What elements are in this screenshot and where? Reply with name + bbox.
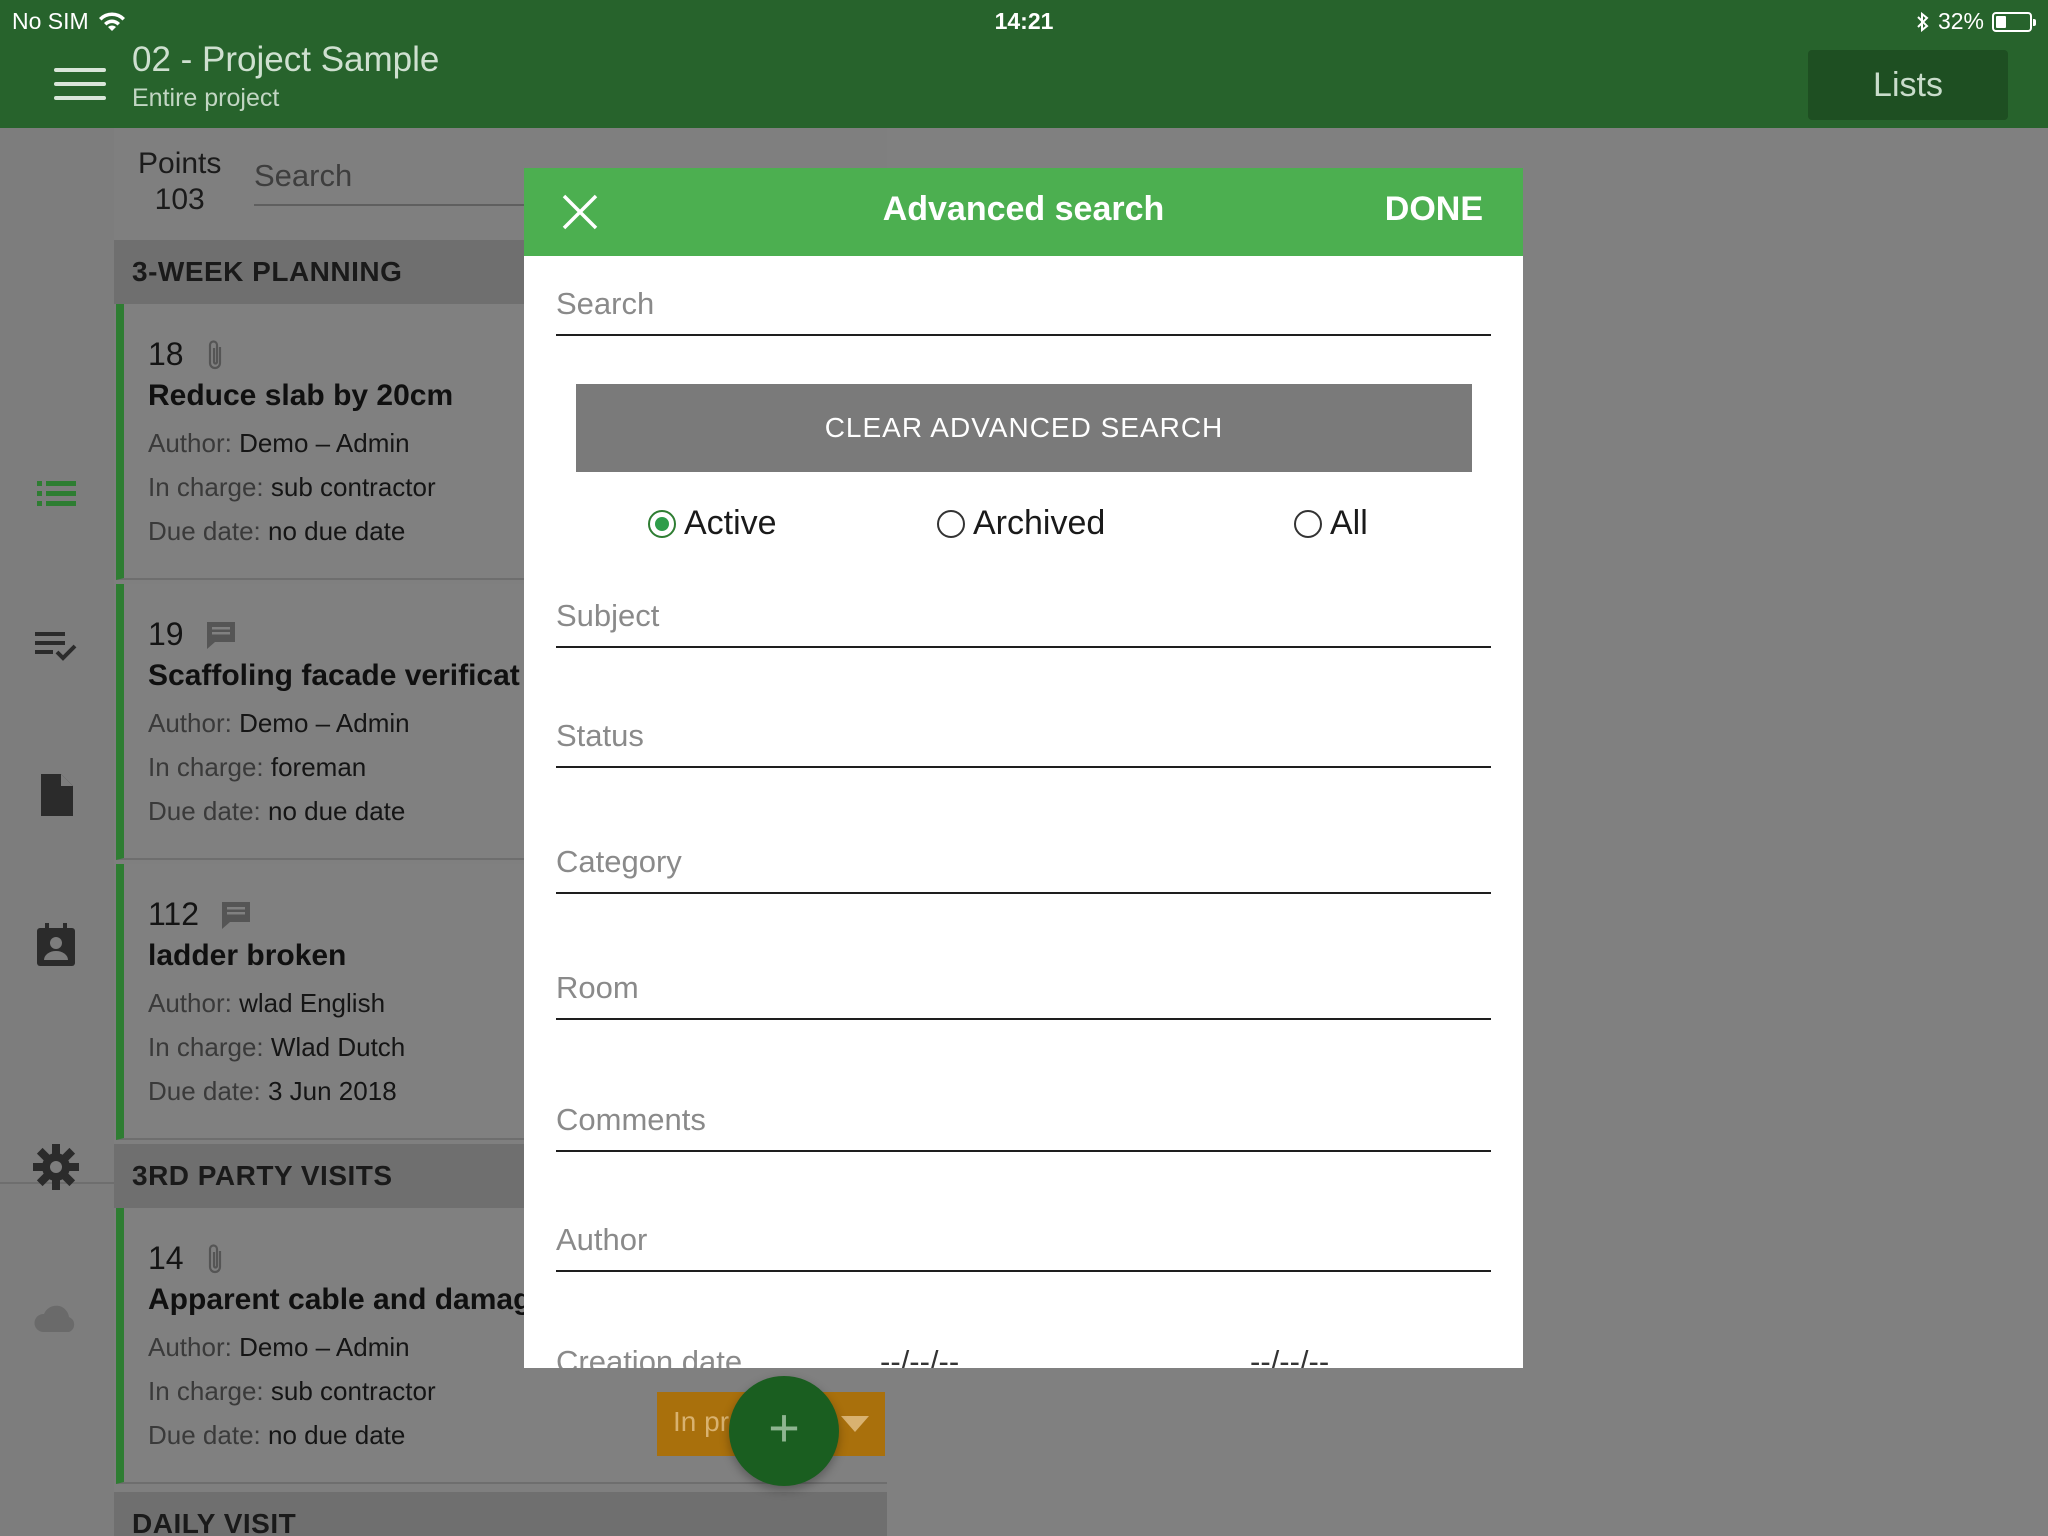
section-header: DAILY VISIT: [114, 1492, 887, 1536]
add-point-button[interactable]: +: [729, 1376, 839, 1486]
room-input[interactable]: [556, 970, 1491, 1018]
point-due-date: Due date: no due date: [148, 796, 406, 826]
point-author: Author: wlad English: [148, 988, 386, 1018]
status-time: 14:21: [994, 8, 1054, 34]
lists-button[interactable]: Lists: [1808, 50, 2008, 120]
point-in-charge: In charge: foreman: [148, 752, 367, 782]
search-input[interactable]: [556, 286, 1491, 334]
radio-archived[interactable]: Archived: [937, 504, 1105, 543]
project-subtitle: Entire project: [132, 84, 280, 112]
cloud-icon[interactable]: [29, 1292, 83, 1346]
creation-date-label: Creation date: [556, 1344, 743, 1368]
author-input[interactable]: [556, 1222, 1491, 1270]
gear-icon[interactable]: [29, 1140, 83, 1194]
battery-icon: [1992, 11, 2036, 32]
list-icon[interactable]: [29, 466, 83, 520]
point-due-date: Due date: 3 Jun 2018: [148, 1076, 397, 1106]
point-number: 19: [148, 616, 184, 652]
comments-field: [556, 1102, 1491, 1152]
point-title: Reduce slab by 20cm: [148, 379, 454, 412]
clear-advanced-search-button[interactable]: CLEAR ADVANCED SEARCH: [576, 384, 1472, 472]
point-title: Apparent cable and damag: [148, 1283, 532, 1316]
point-author: Author: Demo – Admin: [148, 428, 410, 458]
radio-active[interactable]: Active: [648, 504, 777, 543]
radio-unchecked-icon: [937, 509, 965, 538]
point-author: Author: Demo – Admin: [148, 1332, 410, 1362]
plus-icon: +: [768, 1398, 800, 1458]
subject-field: [556, 598, 1491, 648]
paperclip-icon: [208, 339, 221, 369]
room-field: [556, 970, 1491, 1020]
contact-badge-icon[interactable]: [29, 918, 83, 972]
project-title: 02 - Project Sample: [132, 40, 440, 79]
point-number: 18: [148, 336, 184, 372]
category-field: [556, 844, 1491, 894]
paperclip-icon: [208, 1243, 221, 1273]
comment-icon: [222, 901, 251, 929]
point-number: 14: [148, 1240, 184, 1276]
subject-input[interactable]: [556, 598, 1491, 646]
search-field: [556, 286, 1491, 336]
dialog-header: Advanced search DONE: [524, 168, 1523, 256]
advanced-search-dialog: Advanced search DONE CLEAR ADVANCED SEAR…: [524, 168, 1523, 1368]
point-title: ladder broken: [148, 939, 347, 972]
creation-date-to[interactable]: --/--/--: [1250, 1344, 1329, 1368]
creation-date-row: Creation date --/--/-- --/--/--: [556, 1344, 1491, 1368]
radio-label: Active: [684, 504, 777, 542]
radio-label: All: [1330, 504, 1368, 542]
status-field: [556, 718, 1491, 768]
battery-percent: 32%: [1937, 8, 1984, 34]
dialog-title: Advanced search: [882, 190, 1165, 228]
battery-fill: [1996, 15, 2006, 28]
done-button[interactable]: DONE: [1385, 190, 1483, 229]
creation-date-from[interactable]: --/--/--: [880, 1344, 959, 1368]
author-field: [556, 1222, 1491, 1272]
archive-filter-radio-group: Active Archived All: [524, 504, 1523, 554]
app-header: No SIM 14:21 32% 02 - Project Sample Ent…: [0, 0, 2048, 128]
navigation-rail: [0, 128, 114, 1536]
bluetooth-icon: [1917, 11, 1929, 32]
chevron-down-icon: [841, 1416, 869, 1432]
hamburger-menu-icon[interactable]: [54, 68, 106, 102]
point-number: 112: [148, 896, 200, 932]
status-chip-label: In pr: [673, 1406, 730, 1437]
category-input[interactable]: [556, 844, 1491, 892]
points-label: Points: [138, 147, 222, 180]
point-due-date: Due date: no due date: [148, 516, 406, 546]
point-in-charge: In charge: sub contractor: [148, 1376, 436, 1406]
comment-icon: [206, 621, 235, 649]
radio-label: Archived: [973, 504, 1106, 542]
points-count: 103: [154, 183, 205, 216]
point-due-date: Due date: no due date: [148, 1420, 406, 1450]
points-counter: Points 103: [138, 146, 221, 218]
comments-input[interactable]: [556, 1102, 1491, 1150]
status-input[interactable]: [556, 718, 1491, 766]
point-author: Author: Demo – Admin: [148, 708, 410, 738]
radio-all[interactable]: All: [1294, 504, 1368, 543]
point-in-charge: In charge: sub contractor: [148, 472, 436, 502]
checklist-icon[interactable]: [29, 618, 83, 672]
document-icon[interactable]: [29, 768, 83, 822]
radio-checked-icon: [648, 509, 676, 538]
radio-unchecked-icon: [1294, 509, 1322, 538]
point-title: Scaffoling facade verificat: [148, 659, 520, 692]
status-right: 32%: [1916, 8, 2036, 35]
point-in-charge: In charge: Wlad Dutch: [148, 1032, 406, 1062]
